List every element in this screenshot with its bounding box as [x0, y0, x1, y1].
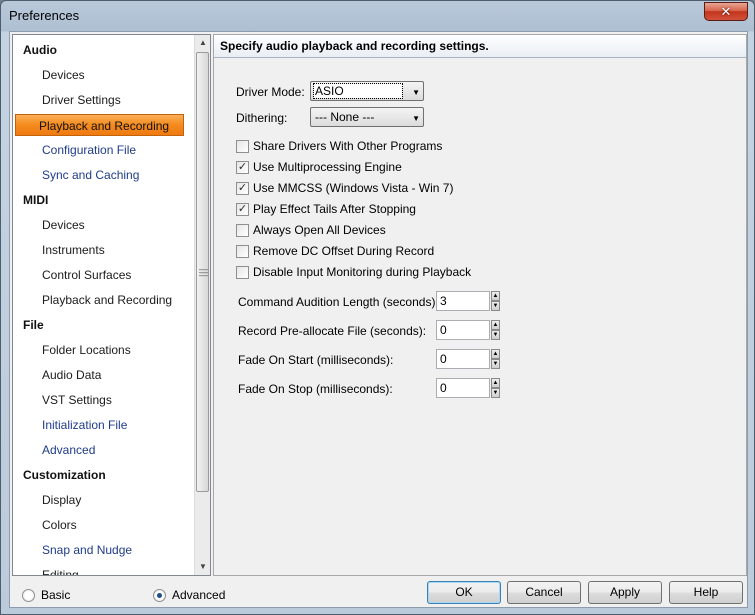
- tree-scrollbar[interactable]: ▲ — — — ▼: [194, 35, 210, 575]
- checkbox-row[interactable]: ✓ Play Effect Tails After Stopping: [236, 201, 416, 217]
- cancel-button[interactable]: Cancel: [507, 581, 581, 604]
- basic-radio-label: Basic: [41, 588, 71, 602]
- numeric-field-label: Command Audition Length (seconds):: [238, 295, 439, 309]
- dithering-select[interactable]: --- None --- ▼: [310, 107, 424, 127]
- advanced-radio-circle[interactable]: [153, 588, 166, 602]
- tree-category-audio[interactable]: Audio: [23, 39, 57, 61]
- window-title: Preferences: [9, 8, 80, 23]
- checkbox-label: Disable Input Monitoring during Playback: [253, 265, 472, 279]
- title-bar: Preferences ✕: [1, 1, 754, 31]
- arrow-up-icon[interactable]: ▲: [491, 291, 500, 301]
- checkbox-label: Use Multiprocessing Engine: [253, 160, 402, 174]
- apply-button[interactable]: Apply: [588, 581, 662, 604]
- spinner[interactable]: ▲ ▼: [491, 320, 500, 340]
- tree-item-playback-and-recording[interactable]: Playback and Recording: [38, 289, 176, 311]
- checkbox-label: Remove DC Offset During Record: [253, 244, 435, 258]
- tree-item-initialization-file[interactable]: Initialization File: [38, 414, 131, 436]
- tree-item-driver-settings[interactable]: Driver Settings: [38, 89, 125, 111]
- category-tree: Audio Devices Driver Settings Playback and …: [12, 34, 211, 576]
- tree-item-folder-locations[interactable]: Folder Locations: [38, 339, 135, 361]
- ok-button[interactable]: OK: [427, 581, 501, 604]
- tree-item-instruments[interactable]: Instruments: [38, 239, 109, 261]
- spinner[interactable]: ▲ ▼: [491, 291, 500, 311]
- settings-panel: Specify audio playback and recording set…: [213, 34, 747, 576]
- tree-item-playback-and-recording[interactable]: Playback and Recording: [15, 114, 184, 136]
- basic-radio[interactable]: Basic: [22, 587, 70, 603]
- arrow-down-icon[interactable]: ▼: [491, 330, 500, 340]
- chevron-down-icon: ▼: [412, 88, 420, 97]
- tree-item-vst-settings[interactable]: VST Settings: [38, 389, 116, 411]
- driver-mode-label: Driver Mode:: [236, 85, 305, 99]
- scroll-up-icon[interactable]: ▲: [195, 35, 210, 51]
- checkbox-row[interactable]: ✓ Use MMCSS (Windows Vista - Win 7): [236, 180, 453, 196]
- advanced-radio-label: Advanced: [172, 588, 226, 602]
- numeric-field-label: Record Pre-allocate File (seconds):: [238, 324, 427, 338]
- numeric-field-label: Fade On Start (milliseconds):: [238, 353, 394, 367]
- close-icon: ✕: [720, 3, 732, 19]
- tree-item-snap-and-nudge[interactable]: Snap and Nudge: [38, 539, 136, 561]
- spinner[interactable]: ▲ ▼: [491, 378, 500, 398]
- numeric-field-label: Fade On Stop (milliseconds):: [238, 382, 393, 396]
- tree-item-sync-and-caching[interactable]: Sync and Caching: [38, 164, 143, 186]
- tree-item-devices[interactable]: Devices: [38, 64, 89, 86]
- checkbox-row[interactable]: Disable Input Monitoring during Playback: [236, 264, 471, 280]
- checkbox-row[interactable]: Always Open All Devices: [236, 222, 386, 238]
- help-button[interactable]: Help: [669, 581, 743, 604]
- tree-item-editing[interactable]: Editing: [38, 564, 83, 575]
- arrow-up-icon[interactable]: ▲: [491, 349, 500, 359]
- tree-list: Audio Devices Driver Settings Playback and …: [13, 35, 195, 575]
- preferences-window: Preferences ✕ Audio Devices Driver Setting…: [0, 0, 755, 615]
- tree-item-configuration-file[interactable]: Configuration File: [38, 139, 140, 161]
- chevron-down-icon: ▼: [412, 114, 420, 123]
- checkbox[interactable]: [236, 244, 249, 258]
- checkbox-row[interactable]: ✓ Use Multiprocessing Engine: [236, 159, 402, 175]
- arrow-down-icon[interactable]: ▼: [491, 301, 500, 311]
- dialog-client: Audio Devices Driver Settings Playback and …: [9, 31, 748, 608]
- driver-mode-value: ASIO: [313, 83, 403, 99]
- dithering-label: Dithering:: [236, 111, 288, 125]
- checkmark-icon[interactable]: ✓: [236, 160, 249, 174]
- numeric-input[interactable]: 3: [436, 291, 490, 311]
- close-button[interactable]: ✕: [704, 2, 748, 21]
- numeric-input[interactable]: 0: [436, 349, 490, 369]
- scrollbar-thumb[interactable]: — — —: [196, 52, 209, 492]
- numeric-input[interactable]: 0: [436, 378, 490, 398]
- dithering-value: --- None ---: [315, 110, 375, 124]
- numeric-input[interactable]: 0: [436, 320, 490, 340]
- tree-category-file[interactable]: File: [23, 314, 44, 336]
- checkbox[interactable]: [236, 139, 249, 153]
- checkmark-icon[interactable]: ✓: [236, 202, 249, 216]
- tree-item-devices[interactable]: Devices: [38, 214, 89, 236]
- tree-item-display[interactable]: Display: [38, 489, 85, 511]
- tree-category-customization[interactable]: Customization: [23, 464, 106, 486]
- tree-item-audio-data[interactable]: Audio Data: [38, 364, 105, 386]
- checkmark-icon[interactable]: ✓: [236, 181, 249, 195]
- arrow-up-icon[interactable]: ▲: [491, 320, 500, 330]
- tree-item-advanced[interactable]: Advanced: [38, 439, 99, 461]
- arrow-up-icon[interactable]: ▲: [491, 378, 500, 388]
- checkbox-label: Always Open All Devices: [253, 223, 386, 237]
- checkbox[interactable]: [236, 223, 249, 237]
- tree-category-midi[interactable]: MIDI: [23, 189, 48, 211]
- arrow-down-icon[interactable]: ▼: [491, 388, 500, 398]
- spinner[interactable]: ▲ ▼: [491, 349, 500, 369]
- tree-item-control-surfaces[interactable]: Control Surfaces: [38, 264, 135, 286]
- checkbox-label: Share Drivers With Other Programs: [253, 139, 443, 153]
- driver-mode-select[interactable]: ASIO ▼: [310, 81, 424, 101]
- tree-item-colors[interactable]: Colors: [38, 514, 81, 536]
- arrow-down-icon[interactable]: ▼: [491, 359, 500, 369]
- panel-header: Specify audio playback and recording set…: [214, 35, 746, 58]
- checkbox-row[interactable]: Remove DC Offset During Record: [236, 243, 434, 259]
- advanced-radio[interactable]: Advanced: [153, 587, 225, 603]
- scroll-down-icon[interactable]: ▼: [195, 559, 210, 575]
- checkbox-label: Use MMCSS (Windows Vista - Win 7): [253, 181, 454, 195]
- checkbox[interactable]: [236, 265, 249, 279]
- checkbox-label: Play Effect Tails After Stopping: [253, 202, 416, 216]
- grip-icon: — — —: [199, 264, 208, 280]
- basic-radio-circle[interactable]: [22, 588, 35, 602]
- checkbox-row[interactable]: Share Drivers With Other Programs: [236, 138, 442, 154]
